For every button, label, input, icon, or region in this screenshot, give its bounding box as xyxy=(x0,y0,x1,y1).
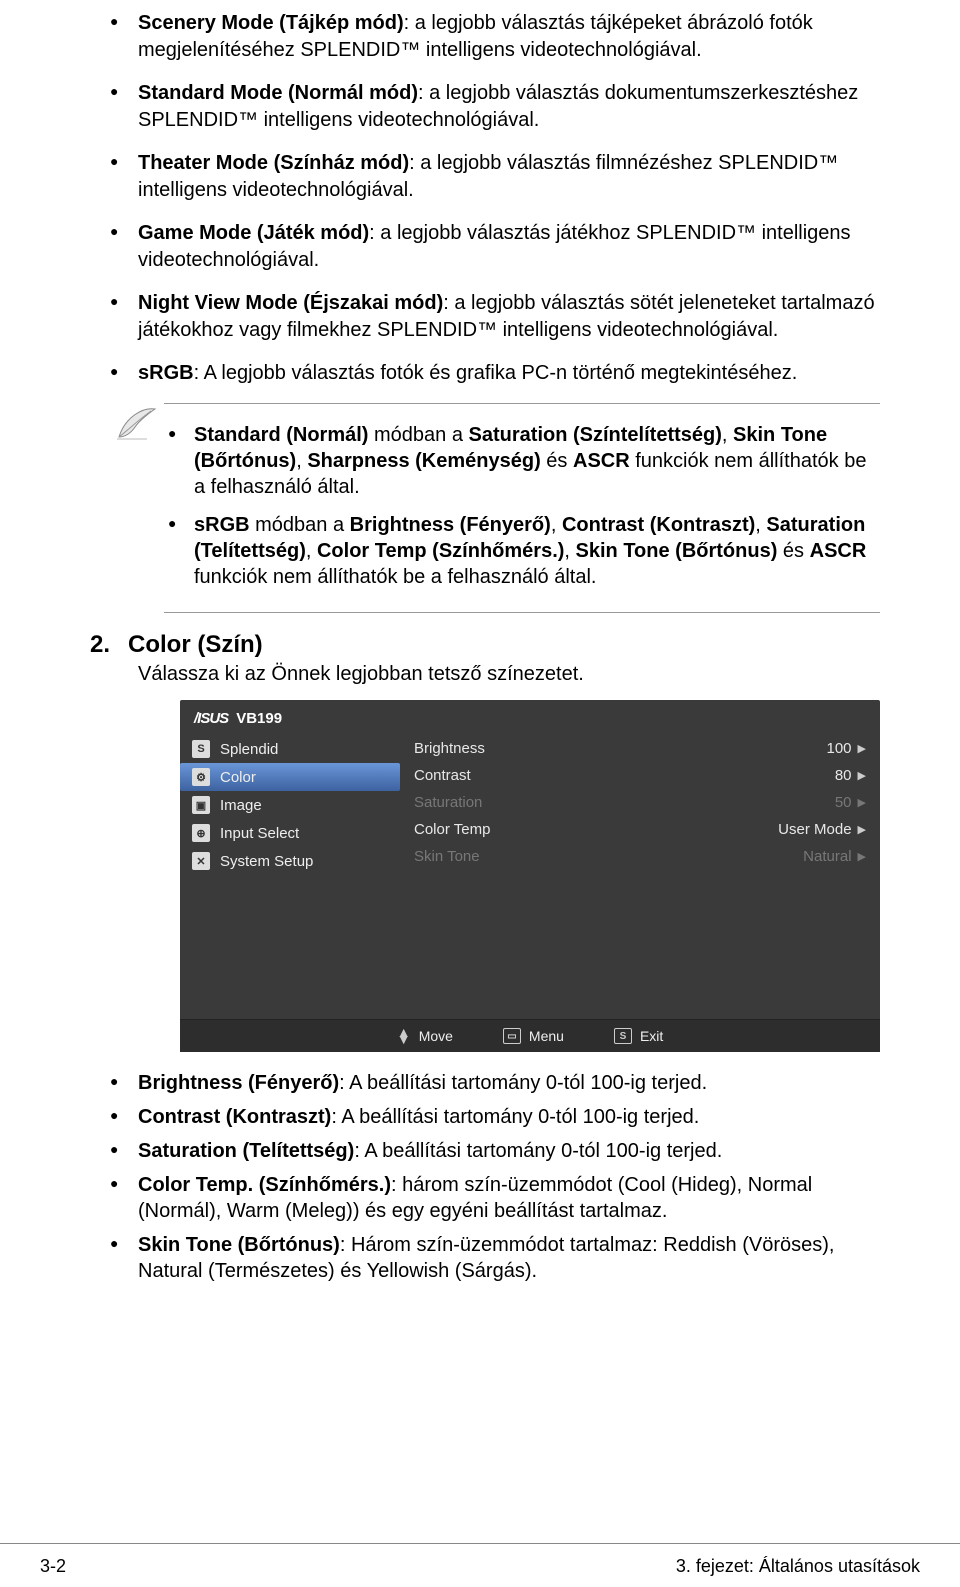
footer-menu: ▭ Menu xyxy=(503,1028,564,1044)
menu-item-icon: ✕ xyxy=(192,852,210,870)
osd-menu-item[interactable]: ✕ System Setup xyxy=(180,847,400,875)
osd-panel: /ISUS VB199 S Splendid ⚙ Color ▣ Image ⊕ Input … xyxy=(180,700,880,1052)
option-label: Brightness xyxy=(414,740,827,757)
list-item: Night View Mode (Éjszakai mód): a legjob… xyxy=(110,290,880,344)
mode-list: Scenery Mode (Tájkép mód): a legjobb vál… xyxy=(110,10,880,387)
menu-icon: ▭ xyxy=(503,1028,521,1044)
updown-icon: ▲▼ xyxy=(397,1029,411,1043)
chevron-right-icon: ▶ xyxy=(858,823,866,836)
osd-menu-item[interactable]: S Splendid xyxy=(180,735,400,763)
note-item: Standard (Normál) módban a Saturation (S… xyxy=(164,422,880,500)
option-label: Skin Tone xyxy=(414,848,803,865)
chevron-right-icon: ▶ xyxy=(858,796,866,809)
osd-option-row: Skin ToneNatural ▶ xyxy=(410,843,870,870)
section-heading: 2. Color (Szín) xyxy=(90,631,900,659)
section-subtitle: Válassza ki az Önnek legjobban tetsző sz… xyxy=(138,663,900,686)
chapter-label: 3. fejezet: Általános utasítások xyxy=(676,1556,920,1577)
osd-menu-item[interactable]: ⚙ Color xyxy=(180,763,400,791)
chevron-right-icon: ▶ xyxy=(858,742,866,755)
option-value: User Mode xyxy=(778,821,851,838)
osd-menu-item[interactable]: ⊕ Input Select xyxy=(180,819,400,847)
section-title: Color (Szín) xyxy=(128,631,263,659)
menu-item-icon: ⊕ xyxy=(192,824,210,842)
chevron-right-icon: ▶ xyxy=(858,850,866,863)
feather-icon xyxy=(110,403,164,443)
osd-option-row[interactable]: Contrast80 ▶ xyxy=(410,762,870,789)
list-item: sRGB: A legjobb választás fotók és grafi… xyxy=(110,360,880,387)
menu-item-label: Color xyxy=(220,769,256,786)
option-label: Contrast xyxy=(414,767,835,784)
menu-item-label: Splendid xyxy=(220,741,278,758)
osd-menu: S Splendid ⚙ Color ▣ Image ⊕ Input Select ✕ Syste… xyxy=(180,733,400,879)
page-footer: 3-2 3. fejezet: Általános utasítások xyxy=(0,1543,960,1577)
option-value: Natural xyxy=(803,848,851,865)
option-value: 100 xyxy=(827,740,852,757)
osd-option-row[interactable]: Brightness100 ▶ xyxy=(410,735,870,762)
list-item: Theater Mode (Színház mód): a legjobb vá… xyxy=(110,150,880,204)
menu-item-icon: ▣ xyxy=(192,796,210,814)
footer-move: ▲▼ Move xyxy=(397,1028,453,1044)
osd-option-row: Saturation50 ▶ xyxy=(410,789,870,816)
option-value: 80 xyxy=(835,767,852,784)
menu-item-label: System Setup xyxy=(220,853,313,870)
page-number: 3-2 xyxy=(40,1556,66,1577)
exit-icon: S xyxy=(614,1028,632,1044)
menu-item-icon: ⚙ xyxy=(192,768,210,786)
list-item: Color Temp. (Színhőmérs.): három szín-üz… xyxy=(110,1172,870,1224)
menu-item-label: Image xyxy=(220,797,262,814)
list-item: Game Mode (Játék mód): a legjobb választ… xyxy=(110,220,880,274)
brand-logo: /ISUS xyxy=(194,710,228,727)
osd-option-row[interactable]: Color TempUser Mode ▶ xyxy=(410,816,870,843)
list-item: Saturation (Telítettség): A beállítási t… xyxy=(110,1138,870,1164)
list-item: Contrast (Kontraszt): A beállítási tarto… xyxy=(110,1104,870,1130)
menu-item-icon: S xyxy=(192,740,210,758)
list-item: Brightness (Fényerő): A beállítási tarto… xyxy=(110,1070,870,1096)
list-item: Scenery Mode (Tájkép mód): a legjobb vál… xyxy=(110,10,880,64)
chevron-right-icon: ▶ xyxy=(858,769,866,782)
footer-exit: S Exit xyxy=(614,1028,663,1044)
list-item: Skin Tone (Bőrtónus): Három szín-üzemmód… xyxy=(110,1232,870,1284)
note-block: Standard (Normál) módban a Saturation (S… xyxy=(110,403,880,613)
section-number: 2. xyxy=(90,631,110,659)
osd-menu-item[interactable]: ▣ Image xyxy=(180,791,400,819)
option-value: 50 xyxy=(835,794,852,811)
menu-item-label: Input Select xyxy=(220,825,299,842)
option-label: Color Temp xyxy=(414,821,778,838)
osd-options: Brightness100▶Contrast80▶Saturation50▶Co… xyxy=(400,733,880,879)
note-item: sRGB módban a Brightness (Fényerő), Cont… xyxy=(164,512,880,590)
osd-model: VB199 xyxy=(236,710,282,727)
osd-footer: ▲▼ Move ▭ Menu S Exit xyxy=(180,1019,880,1052)
color-settings-list: Brightness (Fényerő): A beállítási tarto… xyxy=(110,1070,870,1284)
osd-header: /ISUS VB199 xyxy=(180,700,880,733)
option-label: Saturation xyxy=(414,794,835,811)
list-item: Standard Mode (Normál mód): a legjobb vá… xyxy=(110,80,880,134)
